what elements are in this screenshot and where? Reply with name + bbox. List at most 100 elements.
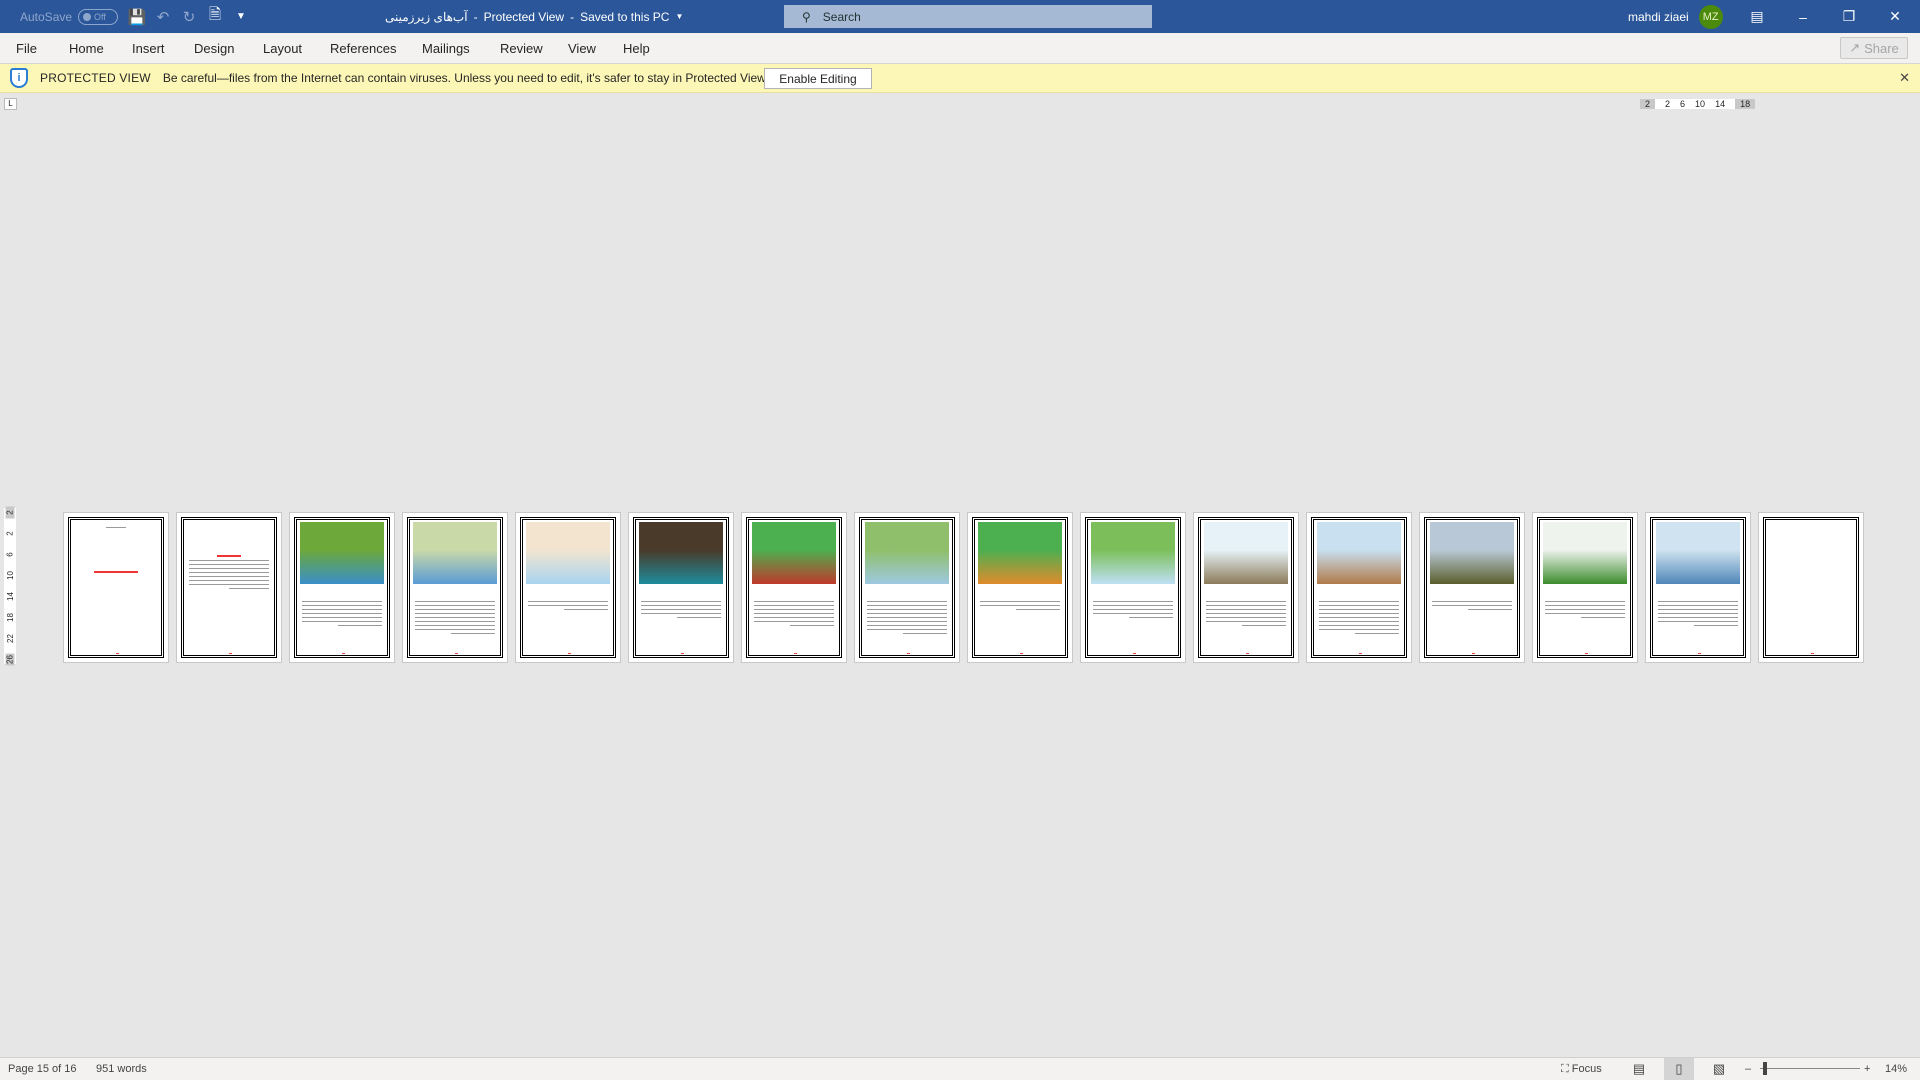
page-number [1246,653,1249,654]
page-thumbnail[interactable] [63,512,169,663]
page-thumbnail[interactable] [176,512,282,663]
share-icon: ↗ [1849,40,1861,55]
tab-references[interactable]: References [330,41,396,56]
view-mode: Protected View [483,9,565,24]
zoom-in-button[interactable]: + [1864,1063,1870,1075]
tab-view[interactable]: View [568,41,596,56]
ribbon-display-options-icon[interactable]: ▤ [1734,8,1780,25]
autosave-label: AutoSave [20,9,73,24]
autosave-toggle[interactable]: AutoSave Off [20,0,119,33]
cave-water-photo [639,522,723,584]
page-text [1658,601,1738,629]
page-thumbnail[interactable] [515,512,621,663]
ruler-tick: 2 [1640,99,1656,109]
page-number [1020,653,1023,654]
tab-selector[interactable]: L [4,98,17,110]
ruler-tick: 10 [5,571,15,580]
horizontal-ruler[interactable]: 2 2 6 10 14 18 [1640,98,1756,110]
restore-icon[interactable]: ❐ [1826,8,1872,25]
page-thumbnail[interactable] [1419,512,1525,663]
tab-mailings[interactable]: Mailings [422,41,470,56]
tab-home[interactable]: Home [69,41,104,56]
word-count[interactable]: 951 words [96,1063,147,1075]
account[interactable]: mahdi ziaei MZ [1628,0,1723,33]
page-thumbnail[interactable] [1645,512,1751,663]
avatar[interactable]: MZ [1698,4,1723,29]
page-number [229,653,232,654]
ruler-tick: 2 [5,531,15,536]
customize-toolbar-icon[interactable]: ▼ [228,11,254,22]
page-thumbnail[interactable] [628,512,734,663]
focus-icon: ⛶ [1561,1063,1569,1075]
focus-button[interactable]: ⛶ Focus [1561,1063,1602,1076]
page-text [1545,601,1625,621]
title-separator: - [570,9,575,24]
zoom-level[interactable]: 14% [1885,1063,1907,1075]
page-number [794,653,797,654]
valley-diagram [865,522,949,584]
page-text [1206,601,1286,629]
zoom-slider-thumb[interactable] [1762,1062,1767,1075]
save-status: Saved to this PC [580,9,670,24]
autosave-switch[interactable]: Off [78,8,119,25]
ribbon-tabs: File Home Insert Design Layout Reference… [0,33,1920,64]
page-thumbnail[interactable] [854,512,960,663]
page-text [415,601,495,637]
ruler-tick: 2 [1665,99,1671,109]
chevron-down-icon: ▼ [675,12,684,21]
page-number [568,653,571,654]
tab-help[interactable]: Help [623,41,650,56]
document-title[interactable]: آب‌های زیرزمینی - Protected View - Saved… [385,0,683,33]
autosave-state: Off [94,11,106,22]
tab-file[interactable]: File [16,41,37,56]
tab-review[interactable]: Review [500,41,543,56]
protected-view-message: Be careful—files from the Internet can c… [162,71,769,85]
vertical-ruler[interactable]: 2 2 6 10 14 18 22 26 [4,506,16,666]
undo-icon[interactable]: ↶ [150,8,176,26]
tab-insert[interactable]: Insert [132,41,165,56]
ruler-tick: 18 [1735,99,1756,109]
search-placeholder: Search [822,9,861,24]
page-text [754,601,834,629]
share-button[interactable]: ↗ Share [1840,37,1908,59]
page-text [1432,601,1512,613]
document-name: آب‌های زیرزمینی [385,9,468,24]
page-thumbnail[interactable] [1532,512,1638,663]
save-icon[interactable]: 💾 [124,8,150,26]
page-number [116,653,119,654]
tab-design[interactable]: Design [194,41,234,56]
page-number [1811,653,1814,654]
web-layout-button[interactable]: ▧ [1704,1058,1734,1080]
zoom-out-button[interactable]: – [1745,1063,1751,1075]
title-bar: AutoSave Off 💾 ↶ ↻ 🗎 ▼ آب‌های زیرزمینی -… [0,0,1920,33]
page-thumbnail[interactable] [1193,512,1299,663]
minimize-icon[interactable]: – [1780,9,1826,25]
tab-layout[interactable]: Layout [263,41,302,56]
soil-layers-tree [978,522,1062,584]
page-text [1319,601,1399,637]
ruler-tick: 18 [5,613,15,622]
page-thumbnail[interactable] [741,512,847,663]
page-thumbnail[interactable] [1758,512,1864,663]
page-number [1133,653,1136,654]
user-name: mahdi ziaei [1628,9,1689,24]
zoom-slider[interactable] [1760,1068,1860,1069]
close-icon[interactable]: ✕ [1872,8,1918,25]
water-cycle-diagram [1091,522,1175,584]
redo-icon[interactable]: ↻ [176,8,202,26]
page-count[interactable]: Page 15 of 16 [8,1063,77,1075]
new-document-icon[interactable]: 🗎 [202,4,228,29]
page-thumbnail[interactable] [967,512,1073,663]
share-label: Share [1864,40,1899,56]
print-layout-button[interactable]: ▯ [1664,1058,1694,1080]
page-thumbnail[interactable] [289,512,395,663]
page-thumbnail[interactable] [402,512,508,663]
enable-editing-button[interactable]: Enable Editing [764,68,872,89]
search-box[interactable]: ⚲ Search [784,5,1152,28]
page-thumbnail[interactable] [1080,512,1186,663]
read-mode-button[interactable]: ▤ [1624,1058,1654,1080]
page-thumbnail[interactable] [1306,512,1412,663]
close-icon[interactable]: ✕ [1899,70,1910,86]
status-bar: Page 15 of 16 951 words ⛶ Focus ▤ ▯ ▧ – … [0,1057,1920,1080]
ruler-tick: 6 [1680,99,1686,109]
